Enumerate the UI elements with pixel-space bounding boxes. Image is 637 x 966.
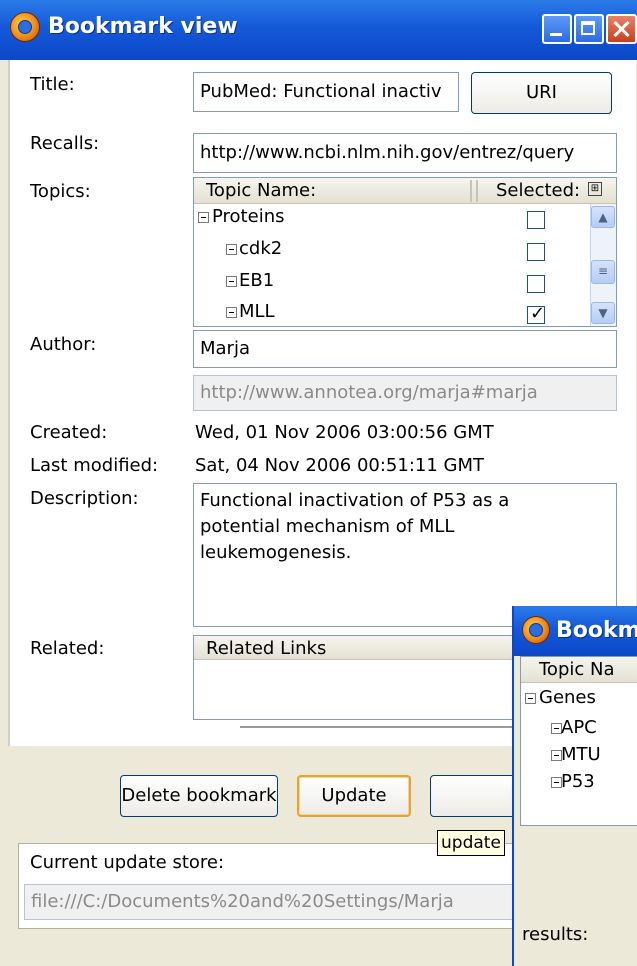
- related-links-header[interactable]: Related Links: [206, 638, 326, 659]
- title-field[interactable]: PubMed: Functional inactiv: [193, 72, 459, 112]
- partially-hidden-button[interactable]: [430, 775, 520, 817]
- related-label: Related:: [30, 638, 105, 659]
- checkmark-icon: ✓: [530, 303, 546, 324]
- second-window-title: Bookma: [556, 618, 637, 643]
- selected-column-header[interactable]: Selected:: [496, 180, 580, 201]
- selected-checkbox-eb1[interactable]: [527, 275, 545, 293]
- author-uri-field: http://www.annotea.org/marja#marja: [193, 375, 617, 411]
- author-field[interactable]: Marja: [193, 330, 617, 368]
- second-topics-table: Topic Na Genes APC MTU P53: [520, 656, 637, 826]
- firefox-icon: [522, 616, 550, 644]
- collapse-icon[interactable]: [525, 693, 536, 704]
- created-label: Created:: [30, 422, 108, 443]
- window-title: Bookmark view: [48, 14, 238, 39]
- scroll-up-icon[interactable]: ▲: [591, 206, 615, 228]
- bookmark-view-window: Bookmark view Title: PubMed: Functional …: [0, 0, 637, 966]
- results-label: results:: [522, 924, 589, 945]
- collapse-icon[interactable]: [198, 212, 209, 223]
- last-modified-label: Last modified:: [30, 455, 159, 476]
- collapse-icon[interactable]: [226, 244, 237, 255]
- scroll-down-icon[interactable]: ▼: [591, 302, 615, 324]
- close-button[interactable]: [606, 14, 637, 44]
- uri-button[interactable]: URI: [471, 72, 612, 114]
- collapse-icon[interactable]: [226, 276, 237, 287]
- scroll-thumb[interactable]: ≡: [591, 260, 615, 284]
- topics-scrollbar[interactable]: ▲ ≡ ▼: [590, 204, 616, 326]
- update-store-field: file:///C:/Documents%20and%20Settings/Ma…: [24, 884, 518, 920]
- recalls-label: Recalls:: [30, 133, 100, 154]
- description-label: Description:: [30, 488, 139, 509]
- topics-label: Topics:: [30, 181, 91, 202]
- second-topic-column-header[interactable]: Topic Na: [539, 659, 615, 680]
- created-value: Wed, 01 Nov 2006 03:00:56 GMT: [195, 422, 494, 443]
- author-label: Author:: [30, 334, 97, 355]
- topic-row-proteins[interactable]: Proteins: [212, 206, 284, 227]
- second-topic-p53[interactable]: P53: [561, 771, 595, 792]
- topic-name-column-header[interactable]: Topic Name:: [206, 180, 316, 201]
- collapse-icon[interactable]: [226, 307, 237, 318]
- second-topic-apc[interactable]: APC: [561, 717, 597, 738]
- second-topic-mtu[interactable]: MTU: [561, 744, 601, 765]
- selected-checkbox-proteins[interactable]: [527, 211, 545, 229]
- update-button[interactable]: Update: [297, 775, 411, 817]
- topic-row-cdk2[interactable]: cdk2: [239, 238, 282, 259]
- delete-bookmark-button[interactable]: Delete bookmark: [120, 775, 278, 817]
- update-store-label: Current update store:: [30, 852, 225, 873]
- topic-row-mll[interactable]: MLL: [239, 301, 275, 322]
- title-label: Title:: [30, 74, 75, 95]
- last-modified-value: Sat, 04 Nov 2006 00:51:11 GMT: [195, 455, 485, 476]
- topic-row-eb1[interactable]: EB1: [239, 270, 274, 291]
- selected-checkbox-cdk2[interactable]: [527, 243, 545, 261]
- second-topic-genes[interactable]: Genes: [539, 687, 596, 708]
- splitter[interactable]: [240, 726, 530, 728]
- description-line: Functional inactivation of P53 as a: [200, 490, 510, 511]
- selected-checkbox-mll[interactable]: ✓: [527, 303, 546, 324]
- update-tooltip: update: [437, 830, 505, 856]
- recalls-field[interactable]: http://www.ncbi.nlm.nih.gov/entrez/query: [193, 133, 617, 173]
- column-picker-icon[interactable]: ⊞: [588, 182, 602, 196]
- related-links-table[interactable]: Related Links: [193, 635, 524, 720]
- description-line: potential mechanism of MLL: [200, 516, 455, 537]
- second-bookmark-window[interactable]: Bookma Topic Na Genes APC MTU P53 result…: [512, 606, 637, 966]
- description-line: leukemogenesis.: [200, 542, 352, 563]
- maximize-button[interactable]: [574, 14, 604, 44]
- topics-tree-table: Topic Name: Selected: ⊞ Proteins cdk2 EB…: [193, 177, 617, 327]
- minimize-button[interactable]: [542, 14, 572, 44]
- firefox-icon: [10, 12, 40, 42]
